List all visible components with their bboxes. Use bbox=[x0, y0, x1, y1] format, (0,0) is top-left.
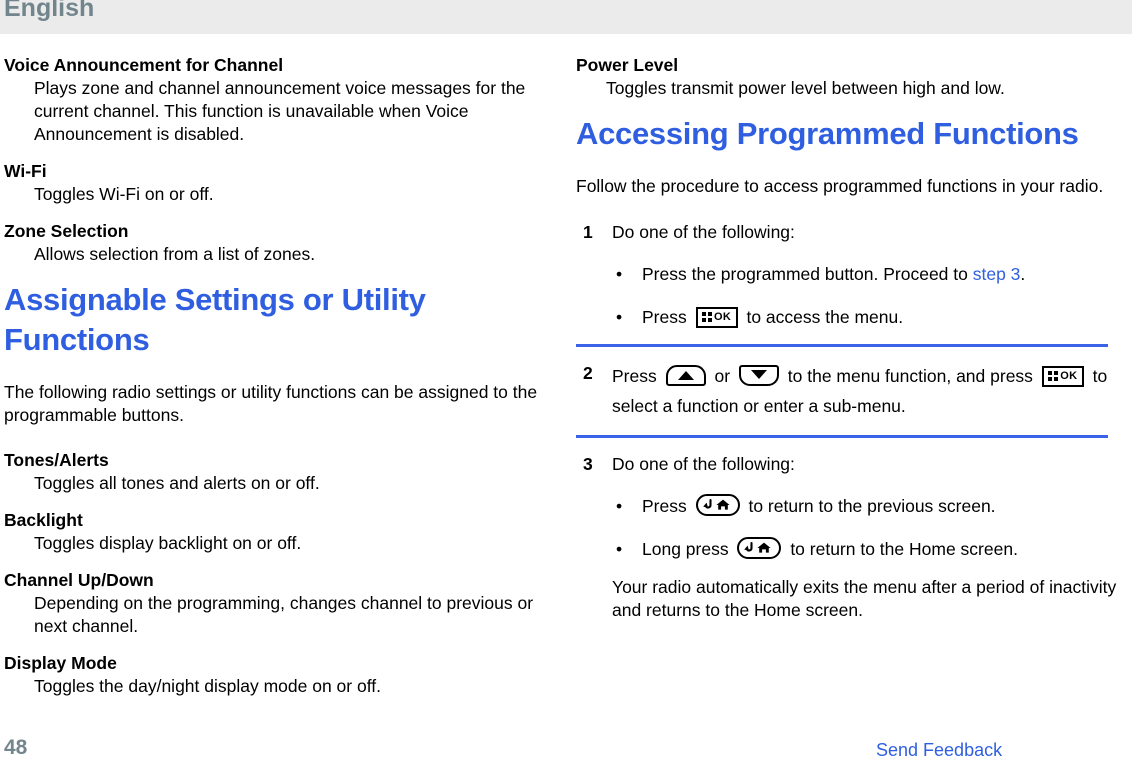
step-text: Do one of the following: bbox=[612, 222, 795, 242]
menu-ok-key-icon: OK bbox=[1041, 365, 1084, 387]
bullet-icon: • bbox=[616, 539, 623, 559]
definition-entry: Zone Selection Allows selection from a l… bbox=[4, 220, 544, 266]
bullet-icon: • bbox=[616, 496, 623, 516]
step-number: 2 bbox=[583, 363, 593, 383]
step-number: 1 bbox=[583, 222, 593, 242]
substep-text: Press bbox=[642, 496, 692, 516]
definition-entry: Voice Announcement for Channel Plays zon… bbox=[4, 54, 544, 146]
substep-item: • Press to return to the previous screen. bbox=[612, 493, 1132, 519]
substep-item: • Press OK to access the menu. bbox=[612, 304, 1132, 330]
definition-entry: Power Level Toggles transmit power level… bbox=[576, 54, 1132, 100]
definition-entry: Tones/Alerts Toggles all tones and alert… bbox=[4, 449, 544, 495]
section-heading-accessing-programmed-functions: Accessing Programmed Functions bbox=[576, 116, 1079, 151]
page-footer: 48 Send Feedback bbox=[0, 728, 1132, 762]
page-body: Voice Announcement for Channel Plays zon… bbox=[0, 34, 1132, 728]
definition-term: Zone Selection bbox=[4, 221, 129, 241]
page-header-band: English bbox=[0, 0, 1132, 34]
step-text: Do one of the following: bbox=[612, 454, 795, 474]
definition-term: Channel Up/Down bbox=[4, 570, 154, 590]
definition-term: Wi-Fi bbox=[4, 161, 47, 181]
procedure-step: 3 Do one of the following: • Press to ret… bbox=[576, 452, 1132, 622]
left-definition-list-top: Voice Announcement for Channel Plays zon… bbox=[4, 54, 544, 266]
definition-entry: Wi-Fi Toggles Wi-Fi on or off. bbox=[4, 160, 544, 206]
substep-text-tail: to access the menu. bbox=[741, 307, 904, 327]
menu-grid-glyph bbox=[1048, 370, 1059, 382]
substep-item: • Press the programmed button. Proceed to… bbox=[612, 261, 1132, 287]
left-column: Voice Announcement for Channel Plays zon… bbox=[0, 34, 566, 728]
bullet-icon: • bbox=[616, 264, 623, 284]
substep-text: Press bbox=[642, 307, 692, 327]
definition-description: Toggles display backlight on or off. bbox=[34, 533, 302, 553]
step-text: Press or to the menu function, and press… bbox=[612, 361, 1132, 421]
step-note-paragraph: Your radio automatically exits the menu … bbox=[612, 577, 1117, 620]
left-definition-list-bottom: Tones/Alerts Toggles all tones and alert… bbox=[4, 449, 544, 698]
substep-text: Long press bbox=[642, 539, 734, 559]
definition-description: Toggles all tones and alerts on or off. bbox=[34, 473, 320, 493]
definition-entry: Backlight Toggles display backlight on o… bbox=[4, 509, 544, 555]
right-intro-paragraph: Follow the procedure to access programme… bbox=[576, 176, 1104, 196]
procedure-list: 1 Do one of the following: • Press the pr… bbox=[576, 220, 1132, 622]
step-divider bbox=[576, 344, 1108, 347]
step-text-part: to the menu function, and press bbox=[782, 366, 1038, 386]
substep-item: • Long press to return to the Home screen… bbox=[612, 536, 1132, 562]
definition-entry: Channel Up/Down Depending on the program… bbox=[4, 569, 544, 638]
back-home-key-icon bbox=[695, 494, 740, 517]
up-arrow-key-icon bbox=[665, 364, 706, 386]
definition-description: Allows selection from a list of zones. bbox=[34, 244, 316, 264]
send-feedback-link[interactable]: Send Feedback bbox=[876, 740, 1002, 761]
definition-description: Toggles transmit power level between hig… bbox=[606, 78, 1005, 98]
definition-description: Plays zone and channel announcement voic… bbox=[34, 78, 526, 144]
menu-grid-glyph bbox=[702, 311, 713, 323]
step-number: 3 bbox=[583, 454, 593, 474]
definition-term: Display Mode bbox=[4, 653, 117, 673]
section-heading-assignable-settings: Assignable Settings or Utility Functions bbox=[4, 282, 426, 357]
definition-description: Depending on the programming, changes ch… bbox=[34, 593, 534, 636]
step-text-part: or bbox=[709, 366, 735, 386]
substep-text-tail: to return to the Home screen. bbox=[785, 539, 1018, 559]
step-3-crossreference-link[interactable]: step 3 bbox=[973, 264, 1021, 284]
back-home-key-icon bbox=[737, 537, 782, 560]
definition-term: Power Level bbox=[576, 55, 679, 75]
right-definition-list-top: Power Level Toggles transmit power level… bbox=[576, 54, 1132, 100]
substep-text-tail: . bbox=[1020, 264, 1026, 284]
language-label: English bbox=[4, 0, 95, 22]
definition-term: Tones/Alerts bbox=[4, 450, 109, 470]
procedure-step: 1 Do one of the following: • Press the pr… bbox=[576, 220, 1132, 330]
definition-term: Voice Announcement for Channel bbox=[4, 55, 284, 75]
ok-label: OK bbox=[1060, 369, 1078, 382]
right-column: Power Level Toggles transmit power level… bbox=[566, 34, 1132, 728]
step-divider bbox=[576, 435, 1108, 438]
substep-text-tail: to return to the previous screen. bbox=[743, 496, 996, 516]
left-intro-paragraph: The following radio settings or utility … bbox=[4, 382, 538, 425]
step-text-part: Press bbox=[612, 366, 662, 386]
substep-list: • Press to return to the previous screen.… bbox=[612, 493, 1132, 562]
bullet-icon: • bbox=[616, 307, 623, 327]
definition-term: Backlight bbox=[4, 510, 83, 530]
substep-text: Press the programmed button. Proceed to bbox=[642, 264, 973, 284]
substep-list: • Press the programmed button. Proceed to… bbox=[612, 261, 1132, 330]
menu-ok-key-icon: OK bbox=[695, 306, 738, 328]
definition-description: Toggles the day/night display mode on or… bbox=[34, 676, 381, 696]
definition-description: Toggles Wi-Fi on or off. bbox=[34, 184, 214, 204]
ok-label: OK bbox=[714, 310, 732, 323]
page-number: 48 bbox=[4, 736, 28, 759]
definition-entry: Display Mode Toggles the day/night displ… bbox=[4, 652, 544, 698]
procedure-step: 2 Press or to the menu function, and pre… bbox=[576, 361, 1132, 421]
down-arrow-key-icon bbox=[738, 364, 779, 386]
